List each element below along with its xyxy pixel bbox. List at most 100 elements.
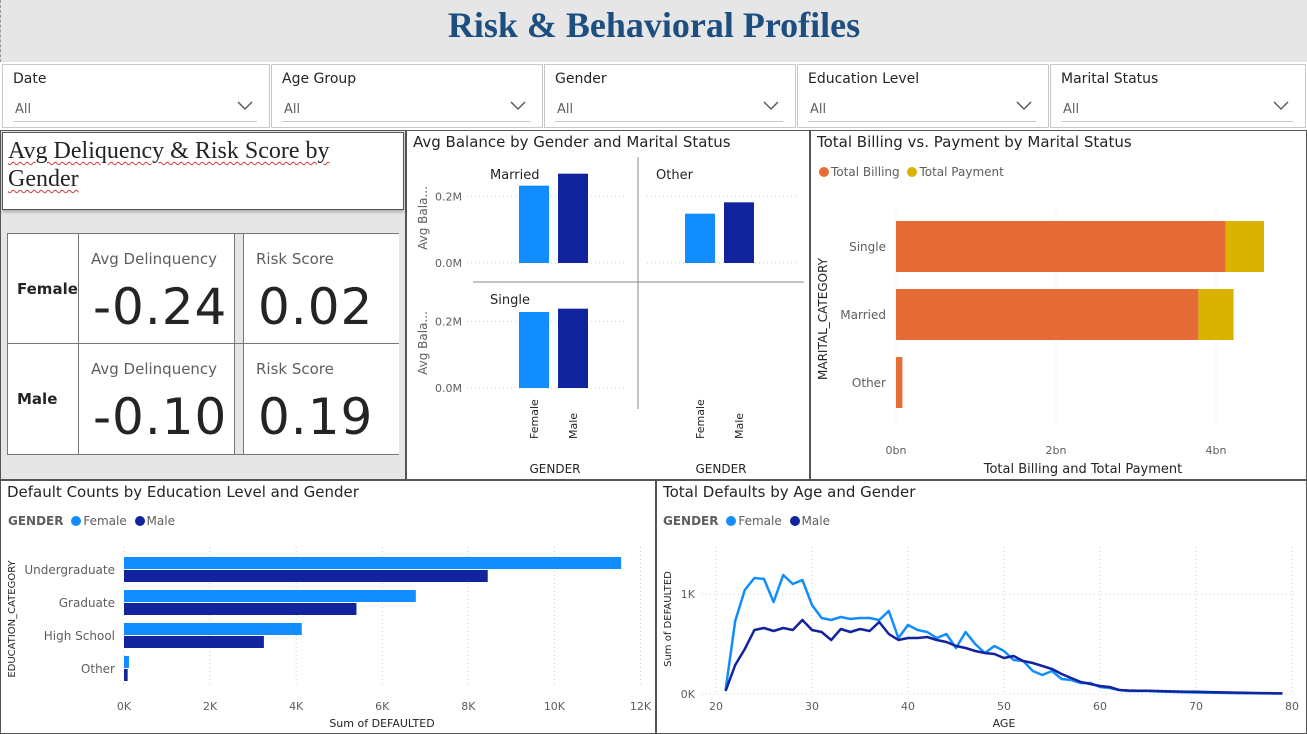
x-tick-label: 10K [544, 700, 566, 713]
dropdown-value: All [284, 102, 301, 117]
x-axis-label: AGE [993, 717, 1016, 730]
y-tick-label: 0.0M [435, 382, 462, 395]
gender-dropdown[interactable]: All [555, 95, 783, 122]
bar-other-male [124, 669, 128, 681]
kpi-caption: Avg Delinquency [91, 250, 218, 268]
chevron-down-icon [1273, 101, 1289, 111]
dropdown-value: All [15, 102, 32, 117]
y-axis-label: Avg Bala... [416, 311, 430, 375]
slicer-education-level: Education Level All [797, 64, 1049, 128]
slicer-age-group: Age Group All [271, 64, 543, 128]
bar-high-school-male [124, 636, 264, 648]
x-tick-label: 40 [901, 700, 915, 713]
kpi-card-title-box: Avg Deliquency & Risk Score by Gender [2, 132, 404, 210]
dropdown-value: All [810, 102, 827, 117]
header-bar: Risk & Behavioral Profiles [0, 0, 1307, 62]
y-tick-label: 0.0M [435, 257, 462, 270]
kpi-card-title: Avg Deliquency & Risk Score by Gender [8, 138, 330, 192]
chevron-down-icon [510, 101, 526, 111]
x-tick-label: Female [528, 399, 541, 439]
age-defaults-chart-panel[interactable]: Total Defaults by Age and Gender GENDER … [656, 480, 1307, 734]
kpi-value: 0.02 [258, 278, 374, 336]
x-tick-label: 6K [375, 700, 390, 713]
y-tick-label: 0K [681, 688, 696, 701]
x-tick-label: 50 [997, 700, 1011, 713]
gender-label: Female [17, 280, 78, 298]
x-tick-label: 8K [461, 700, 476, 713]
kpi-caption: Risk Score [256, 360, 334, 378]
chevron-down-icon [237, 101, 253, 111]
y-tick-label: Other [81, 662, 115, 676]
age-group-dropdown[interactable]: All [282, 95, 530, 122]
slicer-label: Education Level [808, 71, 920, 87]
bar-graduate-female [124, 590, 416, 602]
chevron-down-icon [1016, 101, 1032, 111]
kpi-value: 0.19 [258, 388, 374, 446]
gender-label: Male [17, 390, 58, 408]
education-defaults-chart: 0K 2K 4K 6K 8K 10K 12K Undergraduate Graduate Hig… [7, 547, 652, 730]
billing-payment-chart-panel[interactable]: Total Billing vs. Payment by Marital Sta… [810, 130, 1307, 480]
panel-label: Other [656, 168, 694, 183]
y-tick-label: 0.2M [435, 315, 462, 328]
dropdown-value: All [1063, 102, 1080, 117]
bar-high-school-female [124, 623, 302, 635]
x-tick-label: 4K [289, 700, 304, 713]
x-tick-label: 70 [1189, 700, 1203, 713]
y-tick-label: Other [852, 376, 886, 390]
bar-single-male [558, 308, 588, 388]
bar-married-female [519, 185, 549, 263]
bar-other-male [724, 202, 754, 263]
x-axis-label: Total Billing and Total Payment [983, 462, 1182, 477]
kpi-divider [235, 234, 244, 344]
slicer-marital-status: Marital Status All [1050, 64, 1306, 128]
x-tick-label: Female [694, 399, 707, 439]
x-tick-label: 0K [117, 700, 132, 713]
age-defaults-chart: 20 30 40 50 60 70 80 0K 1K Sum of DEFAULTED AGE [663, 547, 1299, 730]
education-level-dropdown[interactable]: All [808, 95, 1036, 122]
slicer-label: Date [13, 71, 47, 87]
x-tick-label: Male [733, 413, 746, 439]
date-dropdown[interactable]: All [13, 95, 257, 122]
bar-graduate-male [124, 603, 357, 615]
education-defaults-chart-panel[interactable]: Default Counts by Education Level and Ge… [0, 480, 656, 734]
bar-other-female [124, 656, 129, 668]
bar-undergraduate-male [124, 570, 488, 582]
bar-other-billing [896, 357, 903, 408]
panel-label: Married [490, 168, 540, 183]
kpi-female-risk-score[interactable]: Risk Score 0.02 [244, 234, 399, 344]
y-tick-label: Married [840, 308, 886, 322]
x-tick-label: 60 [1093, 700, 1107, 713]
slicer-label: Age Group [282, 71, 357, 87]
y-tick-label: Undergraduate [24, 563, 115, 577]
x-tick-label: 0bn [886, 444, 907, 457]
kpi-row-header-male: Male [8, 344, 79, 454]
billing-payment-chart: 0bn 2bn 4bn Single Married Other MARITAL_CATEG… [816, 211, 1264, 477]
x-axis-label: Sum of DEFAULTED [329, 717, 434, 730]
kpi-value: -0.24 [93, 278, 228, 336]
y-tick-label: High School [44, 629, 115, 643]
x-tick-label: 80 [1285, 700, 1299, 713]
marital-status-dropdown[interactable]: All [1061, 95, 1293, 122]
kpi-male-risk-score[interactable]: Risk Score 0.19 [244, 344, 399, 454]
x-tick-label: Male [567, 413, 580, 439]
slicer-label: Gender [555, 71, 607, 87]
slicer-date: Date All [2, 64, 270, 128]
page-title: Risk & Behavioral Profiles [447, 5, 861, 45]
bar-married-billing [896, 289, 1199, 340]
x-tick-label: 2K [203, 700, 218, 713]
slicer-gender: Gender All [544, 64, 796, 128]
x-tick-label: 20 [709, 700, 723, 713]
x-tick-label: 2bn [1046, 444, 1067, 457]
y-axis-label: Avg Bala... [416, 186, 430, 250]
kpi-divider [235, 344, 244, 454]
avg-balance-chart-panel[interactable]: Avg Balance by Gender and Marital Status… [406, 130, 810, 480]
kpi-caption: Avg Delinquency [91, 360, 218, 378]
x-tick-label: 12K [630, 700, 652, 713]
bar-single-payment [1225, 221, 1264, 272]
kpi-female-avg-delinquency[interactable]: Avg Delinquency -0.24 [79, 234, 235, 344]
kpi-male-avg-delinquency[interactable]: Avg Delinquency -0.10 [79, 344, 235, 454]
dropdown-value: All [557, 102, 574, 117]
kpi-row-header-female: Female [8, 234, 79, 344]
slicer-label: Marital Status [1061, 71, 1159, 87]
y-tick-label: Graduate [59, 596, 115, 610]
